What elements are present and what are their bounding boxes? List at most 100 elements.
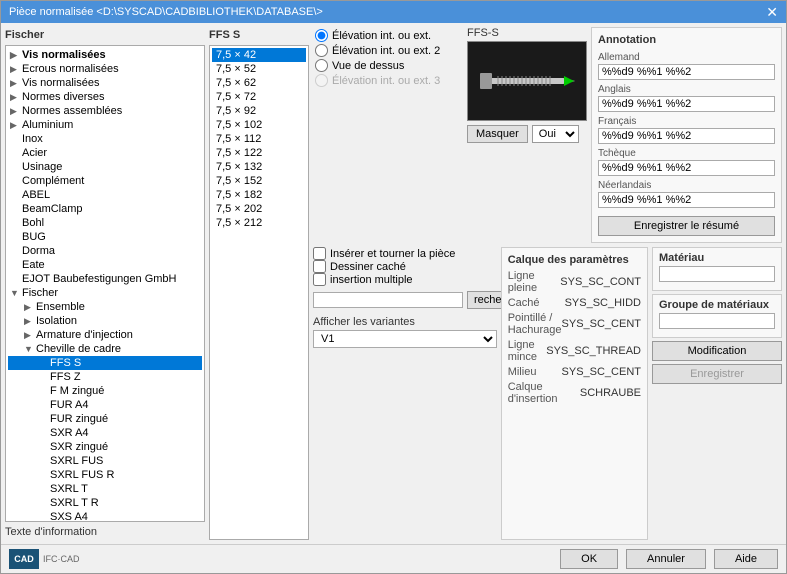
oui-select[interactable]: Oui Non	[532, 125, 579, 143]
tree-item-normes[interactable]: ▶Normes diverses	[8, 90, 202, 104]
rechercher-input[interactable]	[313, 292, 463, 308]
radio-input-elev-int-ext2[interactable]	[315, 44, 328, 57]
radio-option-elev-int-ext[interactable]: Élévation int. ou ext.	[315, 29, 461, 42]
tree-label-fur-a4: FUR A4	[50, 399, 89, 411]
bottom-btn-aide[interactable]: Aide	[714, 549, 778, 569]
tree-item-cheville[interactable]: ▼Cheville de cadre	[8, 342, 202, 356]
checkbox-option-inserer-tourner[interactable]: Insérer et tourner la pièce	[313, 247, 497, 260]
tree-item-isolation[interactable]: ▶Isolation	[8, 314, 202, 328]
tree-item-armature-inj[interactable]: ▶Armature d'injection	[8, 328, 202, 342]
tree-expand-ecrous[interactable]: ▶	[10, 64, 20, 75]
radio-option-vue-dessus[interactable]: Vue de dessus	[315, 59, 461, 72]
tree-item-sxrl-t-r[interactable]: SXRL T R	[8, 496, 202, 510]
tree-item-sxrl-fus-r[interactable]: SXRL FUS R	[8, 468, 202, 482]
tree-item-sxrl-fus[interactable]: SXRL FUS	[8, 454, 202, 468]
enregistrer-resume-button[interactable]: Enregistrer le résumé	[598, 216, 775, 236]
bottom-btn-ok[interactable]: OK	[560, 549, 618, 569]
options-panel: Élévation int. ou ext. Élévation int. ou …	[313, 27, 463, 243]
tree-item-fur-a4[interactable]: FUR A4	[8, 398, 202, 412]
tree-item-acier[interactable]: Acier	[8, 146, 202, 160]
tree-item-ffs-z[interactable]: FFS Z	[8, 370, 202, 384]
tree-expand-ensemble[interactable]: ▶	[24, 302, 34, 313]
list-item-2[interactable]: 7,5 × 62	[212, 76, 306, 90]
annotation-input-anglais[interactable]	[598, 96, 775, 112]
variantes-label: Afficher les variantes	[313, 316, 497, 328]
tree-item-fischer[interactable]: ▼Fischer	[8, 286, 202, 300]
masquer-button[interactable]: Masquer	[467, 125, 528, 143]
list-item-9[interactable]: 7,5 × 152	[212, 174, 306, 188]
variantes-select[interactable]: V1	[313, 330, 497, 348]
tree-item-normes-ass[interactable]: ▶Normes assemblées	[8, 104, 202, 118]
checkbox-option-insertion-multiple[interactable]: insertion multiple	[313, 273, 497, 286]
tree-item-ejot[interactable]: EJOT Baubefestigungen GmbH	[8, 272, 202, 286]
logo-box: CAD	[9, 549, 39, 569]
tree-label-isolation: Isolation	[36, 315, 77, 327]
annotation-input-français[interactable]	[598, 128, 775, 144]
list-item-5[interactable]: 7,5 × 102	[212, 118, 306, 132]
bottom-btn-annuler[interactable]: Annuler	[626, 549, 706, 569]
list-container[interactable]: 7,5 × 427,5 × 527,5 × 627,5 × 727,5 × 92…	[209, 45, 309, 540]
tree-item-sxr-a4[interactable]: SXR A4	[8, 426, 202, 440]
checkbox-insertion-multiple[interactable]	[313, 273, 326, 286]
list-item-12[interactable]: 7,5 × 212	[212, 216, 306, 230]
tree-expand-vis-norm2[interactable]: ▶	[10, 78, 20, 89]
list-item-3[interactable]: 7,5 × 72	[212, 90, 306, 104]
tree-item-ensemble[interactable]: ▶Ensemble	[8, 300, 202, 314]
tree-expand-aluminium[interactable]: ▶	[10, 120, 20, 131]
checkbox-inserer-tourner[interactable]	[313, 247, 326, 260]
list-item-10[interactable]: 7,5 × 182	[212, 188, 306, 202]
tree-expand-armature-inj[interactable]: ▶	[24, 330, 34, 341]
tree-item-aluminium[interactable]: ▶Aluminium	[8, 118, 202, 132]
tree-item-dorma[interactable]: Dorma	[8, 244, 202, 258]
annotation-input-allemand[interactable]	[598, 64, 775, 80]
checkbox-option-dessiner-cache[interactable]: Dessiner caché	[313, 260, 497, 273]
radio-option-elev-int-ext3[interactable]: Élévation int. ou ext. 3	[315, 74, 461, 87]
tree-expand-normes[interactable]: ▶	[10, 92, 20, 103]
radio-option-elev-int-ext2[interactable]: Élévation int. ou ext. 2	[315, 44, 461, 57]
close-button[interactable]: ✕	[766, 5, 778, 19]
list-item-0[interactable]: 7,5 × 42	[212, 48, 306, 62]
tree-item-vis-norm2[interactable]: ▶Vis normalisées	[8, 76, 202, 90]
tree-expand-normes-ass[interactable]: ▶	[10, 106, 20, 117]
tree-item-complement[interactable]: Complément	[8, 174, 202, 188]
tree-item-inox[interactable]: Inox	[8, 132, 202, 146]
enregistrer-button[interactable]: Enregistrer	[652, 364, 782, 384]
tree-item-sxs-a4[interactable]: SXS A4	[8, 510, 202, 522]
modification-button[interactable]: Modification	[652, 341, 782, 361]
list-item-7[interactable]: 7,5 × 122	[212, 146, 306, 160]
tree-item-abel[interactable]: ABEL	[8, 188, 202, 202]
tree-item-fur-zingue[interactable]: FUR zingué	[8, 412, 202, 426]
image-box	[467, 41, 587, 121]
tree-expand-isolation[interactable]: ▶	[24, 316, 34, 327]
tree-item-ecrous[interactable]: ▶Ecrous normalisées	[8, 62, 202, 76]
tree-label-normes-ass: Normes assemblées	[22, 105, 122, 117]
tree-item-vis-norm[interactable]: ▶Vis normalisées	[8, 48, 202, 62]
tree-item-beamclamp[interactable]: BeamClamp	[8, 202, 202, 216]
list-item-4[interactable]: 7,5 × 92	[212, 104, 306, 118]
tree-container[interactable]: ▶Vis normalisées▶Ecrous normalisées▶Vis …	[5, 45, 205, 522]
radio-input-vue-dessus[interactable]	[315, 59, 328, 72]
tree-item-bohl[interactable]: Bohl	[8, 216, 202, 230]
radio-input-elev-int-ext3[interactable]	[315, 74, 328, 87]
checkbox-dessiner-cache[interactable]	[313, 260, 326, 273]
list-item-11[interactable]: 7,5 × 202	[212, 202, 306, 216]
list-item-8[interactable]: 7,5 × 132	[212, 160, 306, 174]
annotation-input-néerlandais[interactable]	[598, 192, 775, 208]
tree-item-ffs-s[interactable]: FFS S	[8, 356, 202, 370]
tree-item-bug[interactable]: BUG	[8, 230, 202, 244]
tree-item-usinage[interactable]: Usinage	[8, 160, 202, 174]
tree-expand-cheville[interactable]: ▼	[24, 344, 34, 354]
tree-item-fm-zingue[interactable]: F M zingué	[8, 384, 202, 398]
calque-row-milieu: MilieuSYS_SC_CENT	[508, 366, 641, 378]
annotation-input-tchèque[interactable]	[598, 160, 775, 176]
tree-item-sxrl-t[interactable]: SXRL T	[8, 482, 202, 496]
tree-item-eate[interactable]: Eate	[8, 258, 202, 272]
list-item-6[interactable]: 7,5 × 112	[212, 132, 306, 146]
tree-expand-vis-norm[interactable]: ▶	[10, 50, 20, 61]
tree-label-ffs-s: FFS S	[50, 357, 81, 369]
tree-item-sxr-zingue[interactable]: SXR zingué	[8, 440, 202, 454]
list-item-1[interactable]: 7,5 × 52	[212, 62, 306, 76]
radio-input-elev-int-ext[interactable]	[315, 29, 328, 42]
tree-label-ffs-z: FFS Z	[50, 371, 81, 383]
tree-expand-fischer[interactable]: ▼	[10, 288, 20, 298]
